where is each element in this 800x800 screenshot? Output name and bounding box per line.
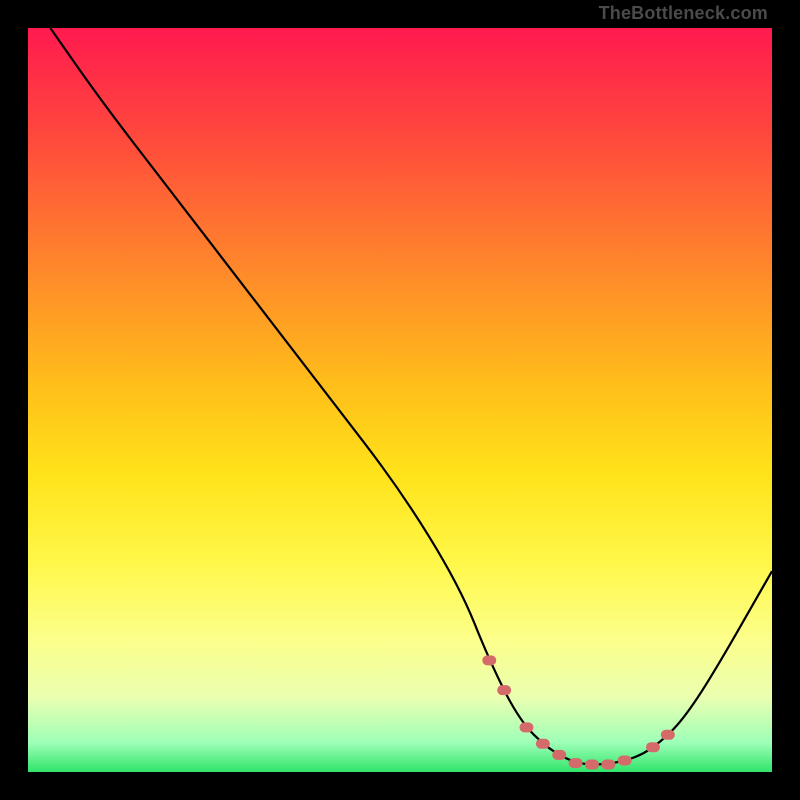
optimal-marker [552,750,566,760]
optimal-marker [646,742,660,752]
optimal-marker [618,755,632,765]
curve-line [50,28,772,765]
optimal-marker [661,730,675,740]
optimal-marker [482,655,496,665]
optimal-marker [569,758,583,768]
optimal-marker [536,739,550,749]
optimal-marker [497,685,511,695]
plot-area [28,28,772,772]
optimal-marker [585,760,599,770]
optimal-marker [601,760,615,770]
bottleneck-curve [28,28,772,772]
attribution-text: TheBottleneck.com [599,4,768,22]
chart-frame: TheBottleneck.com [0,0,800,800]
optimal-marker [519,722,533,732]
